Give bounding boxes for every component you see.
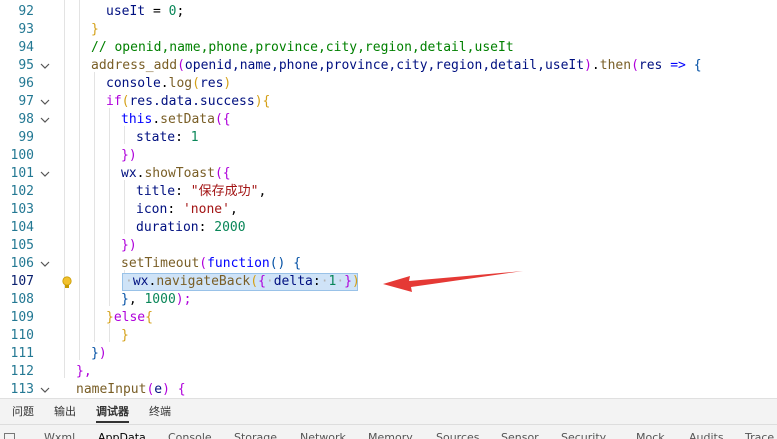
tab-problems[interactable]: 问题: [12, 403, 34, 421]
annotation-arrow: [383, 271, 523, 292]
inspect-icon[interactable]: [4, 433, 15, 439]
debugger-subtab-bar: Wxml AppData Console Storage Network Mem…: [0, 424, 777, 439]
panel-tab-bar: 问题 输出 调试器 终端: [0, 398, 777, 425]
tab-terminal[interactable]: 终端: [149, 403, 171, 421]
tab-debugger[interactable]: 调试器: [96, 403, 129, 423]
tab-output[interactable]: 输出: [54, 403, 76, 421]
code-editor[interactable]: 92 useIt = 0; 93 } 94 // openid,name,pho…: [0, 0, 777, 398]
